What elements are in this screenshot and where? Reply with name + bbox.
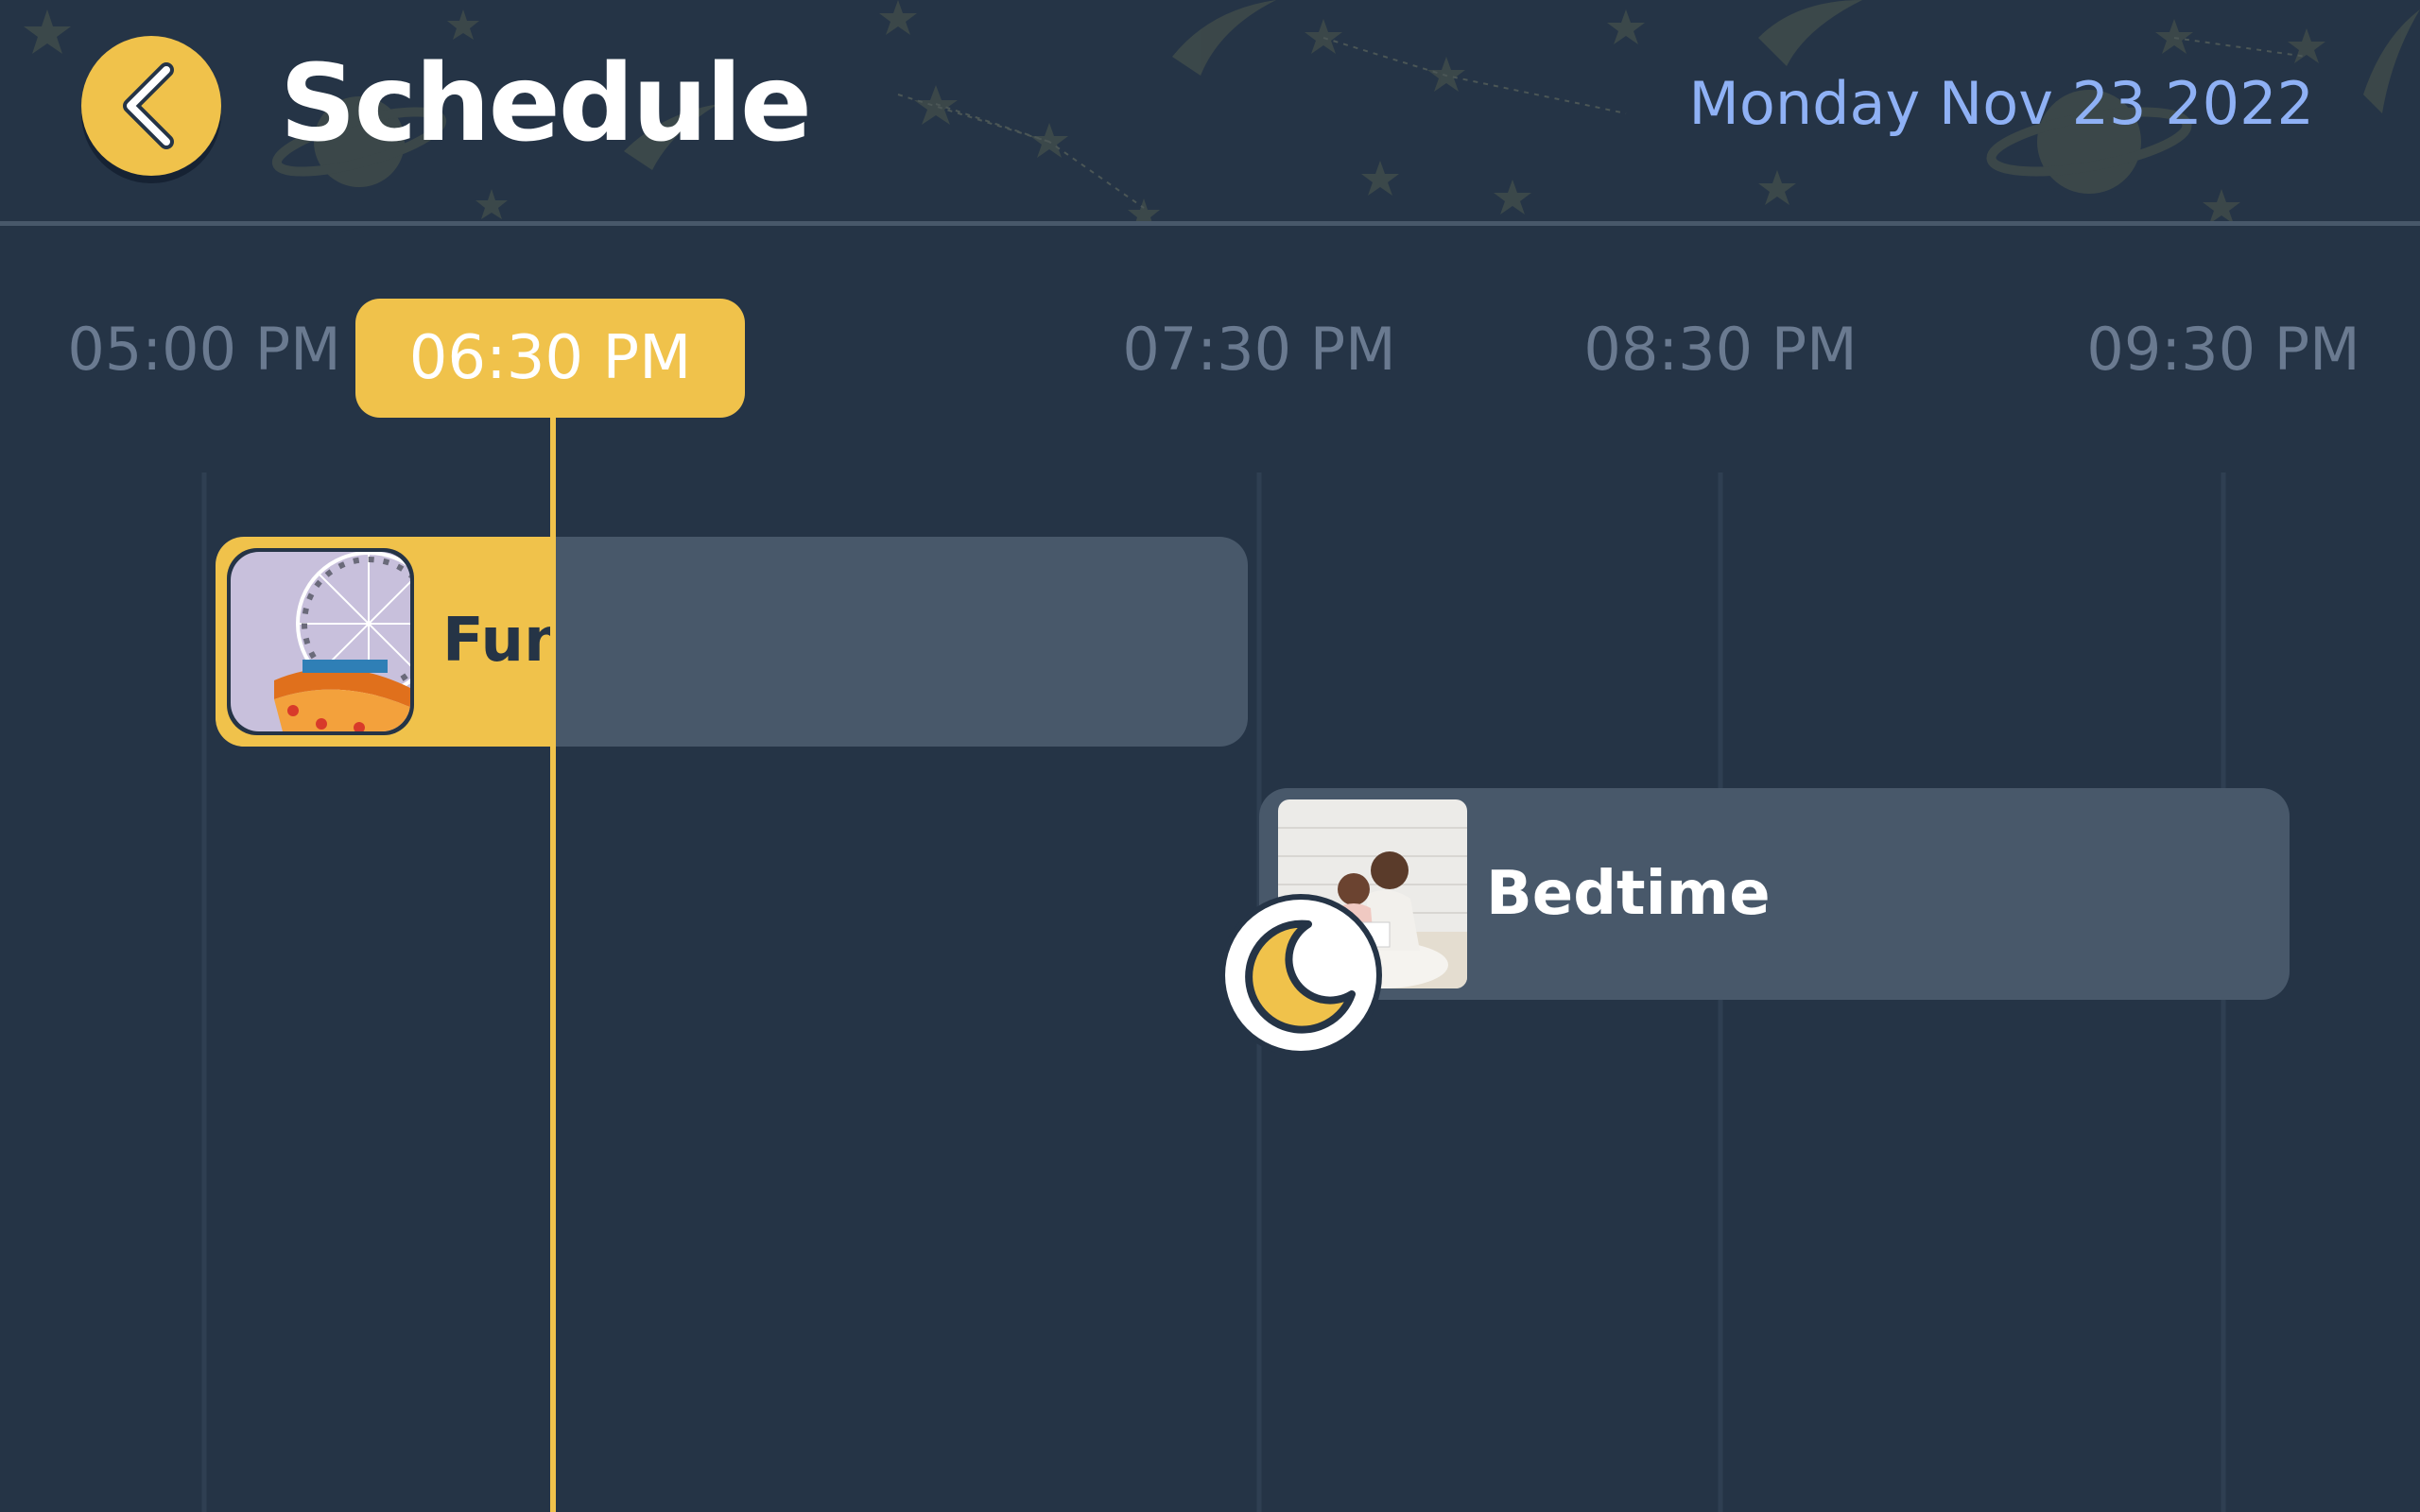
moon-icon: [1219, 894, 1382, 1057]
current-time-pill: 06:30 PM: [355, 299, 745, 418]
event-card-fun[interactable]: Fun: [216, 537, 1248, 747]
current-time-line: [550, 416, 556, 1512]
event-thumbnail-fun: [227, 548, 414, 735]
time-tick-label: 09:30 PM: [2086, 315, 2360, 384]
event-title-fun: Fun: [442, 606, 556, 676]
event-card-bedtime[interactable]: Bedtime: [1259, 788, 2290, 1000]
event-progress-clip: Fun: [216, 537, 556, 747]
event-title-bedtime: Bedtime: [1486, 859, 1771, 929]
time-tick-label: 08:30 PM: [1583, 315, 1858, 384]
timeline-grid: [201, 472, 2226, 1512]
time-tick-label: 07:30 PM: [1122, 315, 1396, 384]
time-tick-label: 05:00 PM: [67, 315, 341, 384]
